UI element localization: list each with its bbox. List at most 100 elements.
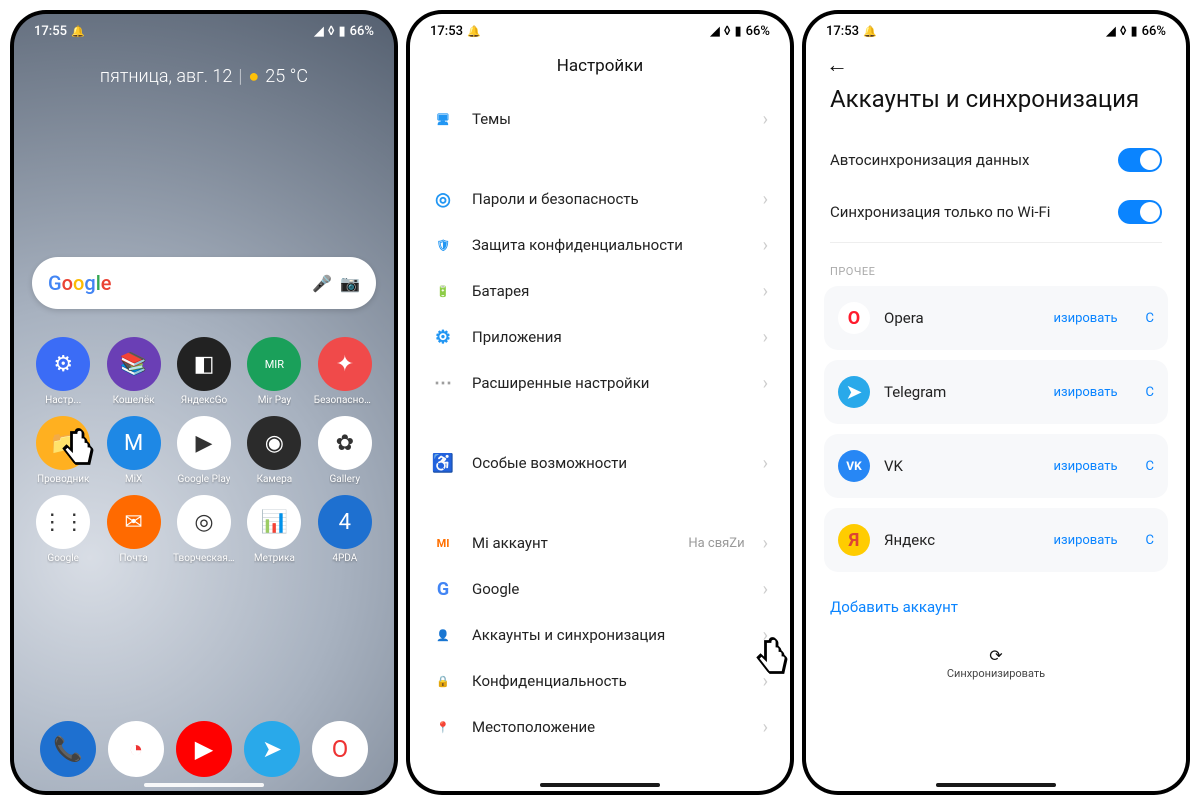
row-icon: 🖥 (432, 108, 454, 130)
toggle-autosync[interactable]: Автосинхронизация данных (806, 134, 1186, 186)
account-sync-action[interactable]: изировать (1053, 533, 1117, 548)
app-icon: ◧ (177, 337, 231, 391)
account-extra[interactable]: С (1146, 533, 1154, 548)
app-Кошелёк[interactable]: 📚Кошелёк (100, 337, 166, 406)
app-icon: ✦ (318, 337, 372, 391)
settings-row-Расширенные настройки[interactable]: ⋯ Расширенные настройки › (410, 360, 790, 406)
app-Google Play[interactable]: ▶Google Play (171, 416, 237, 485)
chevron-right-icon: › (763, 235, 768, 256)
signal-icon: ◢ (314, 24, 324, 39)
row-value: На свяZи (688, 536, 744, 551)
app-label: Камера (257, 474, 293, 485)
app-Mir Pay[interactable]: MIRMir Pay (241, 337, 307, 406)
toggle-switch[interactable] (1118, 200, 1162, 224)
app-label: Метрика (254, 553, 295, 564)
dock: 📞◔▶➤O (14, 721, 394, 777)
sync-all-button[interactable]: ⟳ Синхронизировать (806, 632, 1186, 680)
app-Gallery[interactable]: ✿Gallery (312, 416, 378, 485)
chevron-right-icon: › (763, 189, 768, 210)
row-icon: 👤 (432, 624, 454, 646)
add-account-link[interactable]: Добавить аккаунт (806, 582, 1186, 632)
account-Яндекс[interactable]: Я Яндекс изировать С (824, 508, 1168, 572)
row-label: Батарея (472, 282, 745, 300)
app-label: Безопасност.. (314, 395, 376, 406)
app-Настр...[interactable]: ⚙Настр... (30, 337, 96, 406)
google-search-bar[interactable]: Google 🎤 📷 (32, 257, 376, 309)
app-ЯндексGo[interactable]: ◧ЯндексGo (171, 337, 237, 406)
status-time: 17:53 (826, 24, 859, 39)
app-Проводник[interactable]: 📁 Проводник (30, 416, 96, 485)
settings-row-Mi аккаунт[interactable]: MI Mi аккаунт На свяZи › (410, 520, 790, 566)
account-icon: VK (838, 450, 870, 482)
account-icon: Я (838, 524, 870, 556)
home-indicator[interactable] (540, 783, 660, 787)
settings-row-Особые возможности[interactable]: ♿ Особые возможности › (410, 440, 790, 486)
settings-row-Батарея[interactable]: 🔋 Батарея › (410, 268, 790, 314)
page-title: Аккаунты и синхронизация (806, 78, 1186, 134)
account-Opera[interactable]: O Opera изировать С (824, 286, 1168, 350)
app-Творческая ..[interactable]: ◎Творческая .. (171, 495, 237, 564)
dock-app[interactable]: ➤ (244, 721, 300, 777)
settings-row-Google[interactable]: G Google › (410, 566, 790, 612)
back-button[interactable]: ← (806, 42, 1186, 78)
row-label: Пароли и безопасность (472, 190, 745, 208)
settings-row-Конфиденциальность[interactable]: 🔒 Конфиденциальность › (410, 658, 790, 704)
dock-app[interactable]: ▶ (176, 721, 232, 777)
app-label: Проводник (37, 474, 90, 485)
phone-home: 17:55 🔔 ◢ ◊ ▮ 66% пятница, авг. 12 | ● 2… (10, 10, 398, 795)
settings-row-Аккаунты и синхронизация[interactable]: 👤 Аккаунты и синхронизация › (410, 612, 790, 658)
settings-row-Темы[interactable]: 🖥 Темы › (410, 96, 790, 142)
account-name: VK (884, 457, 1039, 475)
lens-icon[interactable]: 📷 (340, 274, 360, 293)
app-Безопасност..[interactable]: ✦ Безопасност.. (312, 337, 378, 406)
account-extra[interactable]: С (1146, 459, 1154, 474)
account-Telegram[interactable]: ➤ Telegram изировать С (824, 360, 1168, 424)
app-grid: ⚙Настр...📚Кошелёк◧ЯндексGoMIRMir Pay✦ Без… (14, 309, 394, 564)
home-indicator[interactable] (144, 783, 264, 787)
row-icon: 📍 (432, 716, 454, 738)
chevron-right-icon: › (763, 533, 768, 554)
app-icon: ✉ (107, 495, 161, 549)
app-Метрика[interactable]: 📊Метрика (241, 495, 307, 564)
toggle-wifi-only[interactable]: Синхронизация только по Wi-Fi (806, 186, 1186, 238)
dock-app[interactable]: ◔ (108, 721, 164, 777)
home-indicator[interactable] (936, 783, 1056, 787)
settings-row-Пароли и безопасность[interactable]: ◎ Пароли и безопасность › (410, 176, 790, 222)
row-label: Приложения (472, 328, 745, 346)
account-extra[interactable]: С (1146, 385, 1154, 400)
status-time: 17:55 (34, 24, 67, 39)
account-sync-action[interactable]: изировать (1053, 459, 1117, 474)
app-label: 4PDA (332, 553, 357, 564)
chevron-right-icon: › (763, 453, 768, 474)
app-Камера[interactable]: ◉ Камера (241, 416, 307, 485)
dock-app[interactable]: 📞 (40, 721, 96, 777)
app-Почта[interactable]: ✉Почта (100, 495, 166, 564)
chevron-right-icon: › (763, 579, 768, 600)
row-icon: MI (432, 532, 454, 554)
account-icon: O (838, 302, 870, 334)
weather-widget[interactable]: пятница, авг. 12 | ● 25 °C (14, 66, 394, 87)
settings-row-Приложения[interactable]: ⚙ Приложения › (410, 314, 790, 360)
row-label: Местоположение (472, 718, 745, 736)
account-sync-action[interactable]: изировать (1053, 311, 1117, 326)
phone-accounts: 17:53 🔔 ◢◊▮ 66% ← Аккаунты и синхронизац… (802, 10, 1190, 795)
toggle-switch[interactable] (1118, 148, 1162, 172)
row-label: Защита конфиденциальности (472, 236, 745, 254)
app-icon: ◉ (247, 416, 301, 470)
account-VK[interactable]: VK VK изировать С (824, 434, 1168, 498)
account-sync-action[interactable]: изировать (1053, 385, 1117, 400)
mic-icon[interactable]: 🎤 (312, 274, 332, 293)
account-extra[interactable]: С (1146, 311, 1154, 326)
row-icon: 🔋 (432, 280, 454, 302)
account-name: Telegram (884, 383, 1039, 401)
app-4PDA[interactable]: 44PDA (312, 495, 378, 564)
settings-row-Местоположение[interactable]: 📍 Местоположение › (410, 704, 790, 750)
app-icon: MIR (247, 337, 301, 391)
app-Google[interactable]: ⋮⋮Google (30, 495, 96, 564)
dock-app[interactable]: O (312, 721, 368, 777)
settings-row-Защита конфиденциальности[interactable]: 🛡 Защита конфиденциальности › (410, 222, 790, 268)
app-MiX[interactable]: MMiX (100, 416, 166, 485)
app-icon: 📁 (36, 416, 90, 470)
status-bar: 17:55 🔔 ◢ ◊ ▮ 66% (14, 14, 394, 42)
row-icon: 🛡 (432, 234, 454, 256)
